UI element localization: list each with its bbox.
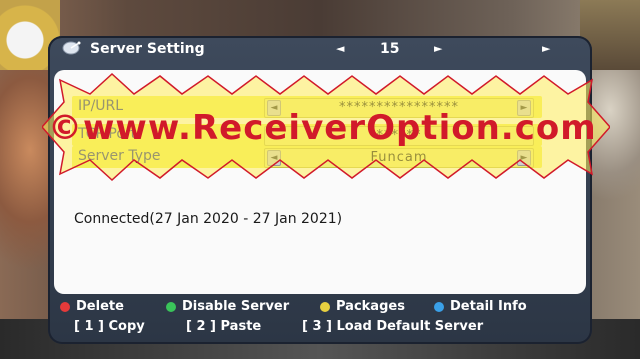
delete-label: Delete <box>76 299 124 314</box>
yellow-key-icon <box>320 301 330 312</box>
disable-server-key[interactable]: Disable Server <box>166 299 289 314</box>
dialog-title: Server Setting <box>90 41 205 57</box>
packages-label: Packages <box>336 299 405 314</box>
green-key-icon <box>166 301 176 312</box>
page-next-arrow-icon[interactable]: ► <box>434 42 442 55</box>
server-setting-dialog: Server Setting ◄ 15 ► ► IP/URL ◄ *******… <box>48 36 592 344</box>
dialog-titlebar: Server Setting ◄ 15 ► ► <box>48 36 592 64</box>
packages-key[interactable]: Packages <box>320 299 405 314</box>
load-default-server-shortcut[interactable]: [ 3 ] Load Default Server <box>302 319 483 334</box>
connection-status: Connected(27 Jan 2020 - 27 Jan 2021) <box>74 211 343 227</box>
server-type-label: Server Type <box>78 148 161 164</box>
server-type-row[interactable]: Server Type ◄ Funcam ► <box>72 146 542 168</box>
delete-key[interactable]: Delete <box>60 299 124 314</box>
arrow-right-icon[interactable]: ► <box>517 150 531 166</box>
blue-key-icon <box>434 301 444 312</box>
red-key-icon <box>60 301 70 312</box>
numeric-shortcuts: [ 1 ] Copy [ 2 ] Paste [ 3 ] Load Defaul… <box>48 318 592 338</box>
page-number: 15 <box>380 41 400 57</box>
detail-info-label: Detail Info <box>450 299 527 314</box>
watermark-text: ©www.ReceiverOption.com <box>48 108 597 148</box>
disable-server-label: Disable Server <box>182 299 290 314</box>
page-end-arrow-icon[interactable]: ► <box>542 42 550 55</box>
settings-panel: IP/URL ◄ **************** ► TCP Port ***… <box>54 70 586 294</box>
server-type-field[interactable]: ◄ Funcam ► <box>264 148 534 168</box>
arrow-left-icon[interactable]: ◄ <box>267 150 281 166</box>
server-type-value: Funcam <box>370 150 428 165</box>
color-key-legend: Delete Disable Server Packages Detail In… <box>48 298 592 318</box>
detail-info-key[interactable]: Detail Info <box>434 299 527 314</box>
satellite-dish-icon <box>62 41 81 55</box>
copy-shortcut[interactable]: [ 1 ] Copy <box>74 319 145 334</box>
paste-shortcut[interactable]: [ 2 ] Paste <box>186 319 261 334</box>
page-prev-arrow-icon[interactable]: ◄ <box>336 42 344 55</box>
